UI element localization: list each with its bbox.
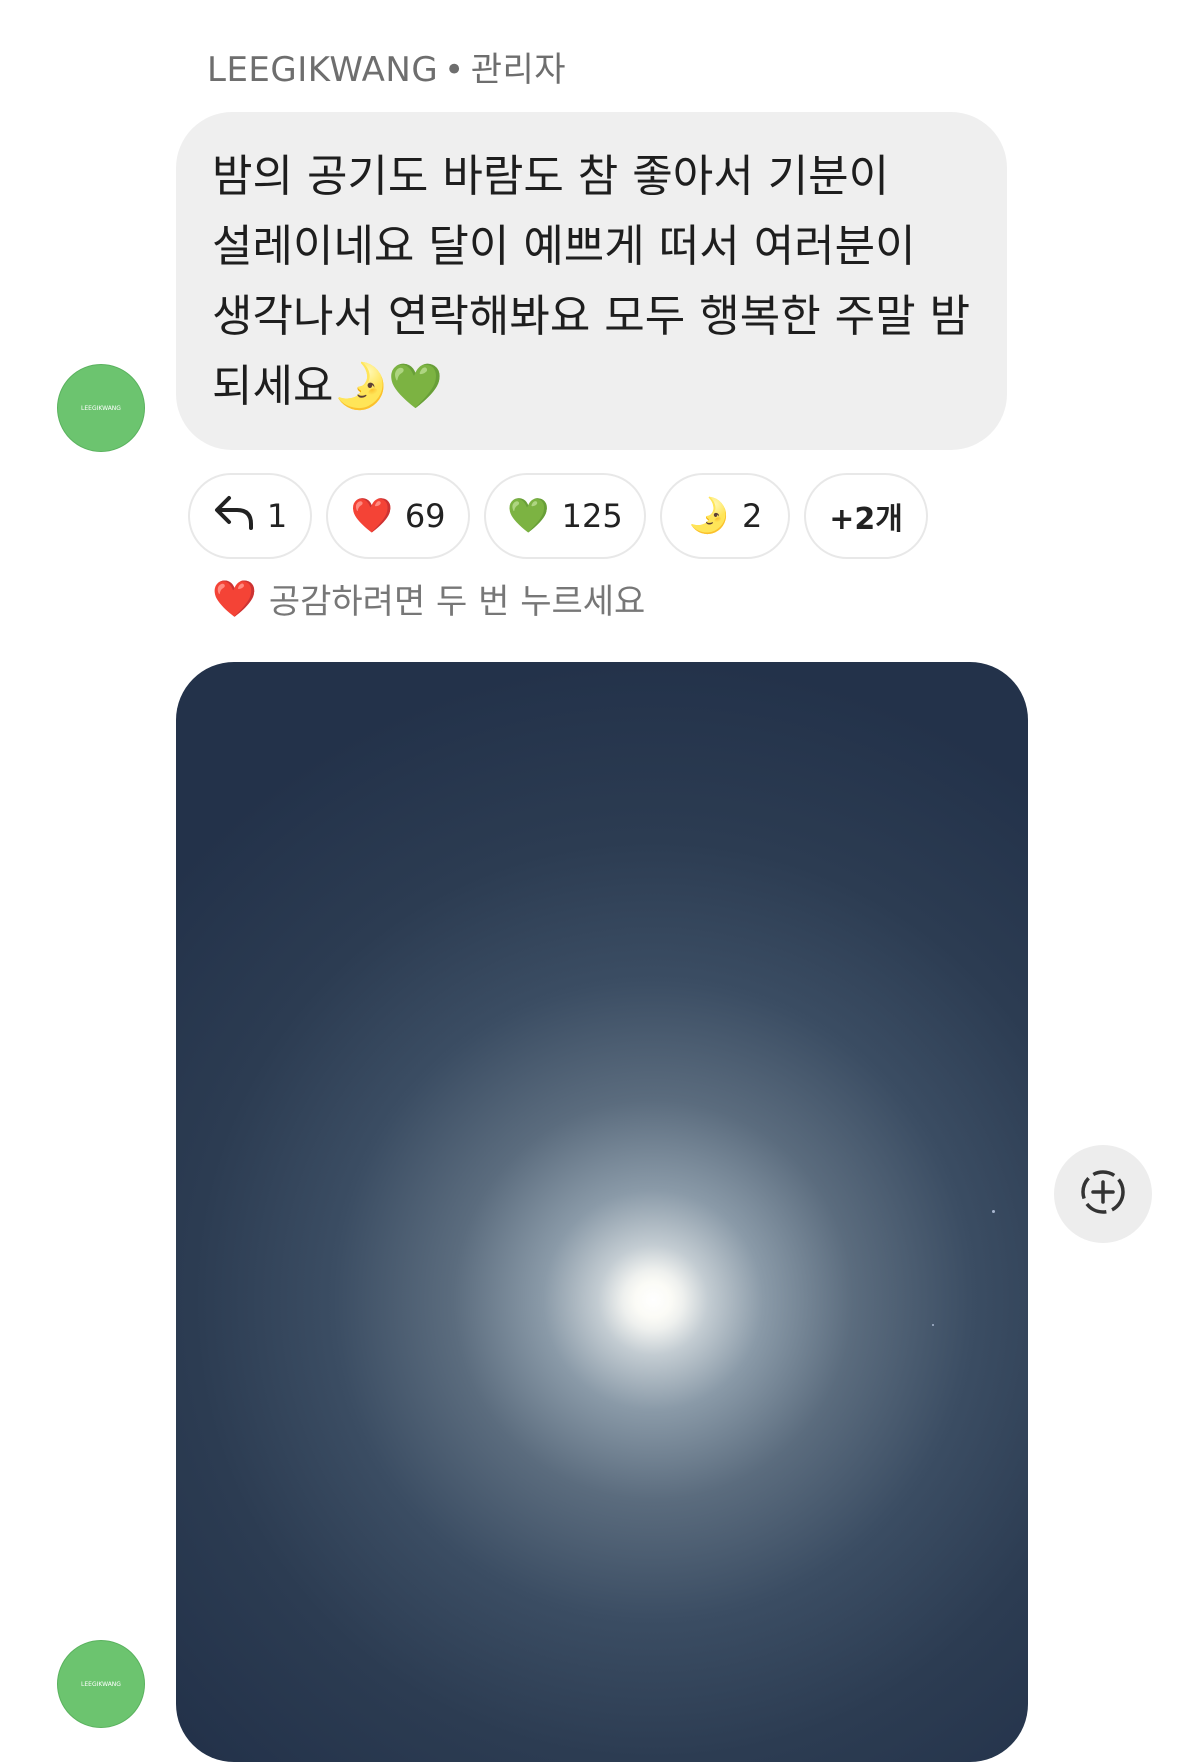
add-reaction-icon bbox=[1077, 1166, 1129, 1222]
separator-dot: • bbox=[444, 50, 465, 90]
red-heart-count: 69 bbox=[404, 497, 446, 535]
reaction-red-heart[interactable]: ❤️ 69 bbox=[326, 473, 470, 559]
reaction-green-heart[interactable]: 💚 125 bbox=[484, 473, 646, 559]
avatar-label: LEEGIKWANG bbox=[81, 404, 121, 412]
green-heart-icon: 💚 bbox=[507, 496, 550, 536]
heart-icon: ❤️ bbox=[212, 578, 257, 620]
hint-text: 공감하려면 두 번 누르세요 bbox=[268, 582, 646, 622]
message-text: 밤의 공기도 바람도 참 좋아서 기분이 설레이네요 달이 예쁘게 떠서 여러분… bbox=[212, 151, 971, 412]
moon-count: 2 bbox=[741, 497, 763, 535]
avatar-label: LEEGIKWANG bbox=[81, 1680, 121, 1688]
moon-icon: 🌛 bbox=[687, 496, 730, 536]
reply-arrow-icon bbox=[213, 494, 255, 538]
add-reaction-button[interactable] bbox=[1054, 1145, 1152, 1243]
avatar[interactable]: LEEGIKWANG bbox=[57, 1640, 145, 1728]
double-tap-hint: ❤️ 공감하려면 두 번 누르세요 bbox=[212, 574, 645, 623]
reaction-bar: 1 ❤️ 69 💚 125 🌛 2 +2개 bbox=[188, 473, 928, 561]
sender-role: 관리자 bbox=[470, 50, 567, 90]
star bbox=[992, 1210, 995, 1213]
more-reactions-button[interactable]: +2개 bbox=[804, 473, 928, 559]
moon-photo[interactable] bbox=[176, 662, 1028, 1762]
red-heart-icon: ❤️ bbox=[350, 496, 393, 536]
green-heart-count: 125 bbox=[561, 497, 623, 535]
star bbox=[932, 1324, 934, 1326]
avatar[interactable]: LEEGIKWANG bbox=[57, 364, 145, 452]
reply-button[interactable]: 1 bbox=[188, 473, 312, 559]
reply-count: 1 bbox=[266, 497, 288, 535]
sender-header: LEEGIKWANG • 관리자 bbox=[207, 42, 566, 91]
message-bubble[interactable]: 밤의 공기도 바람도 참 좋아서 기분이 설레이네요 달이 예쁘게 떠서 여러분… bbox=[176, 112, 1007, 450]
sender-name[interactable]: LEEGIKWANG bbox=[207, 50, 438, 90]
more-reactions-label: +2개 bbox=[829, 502, 903, 537]
reaction-moon[interactable]: 🌛 2 bbox=[660, 473, 790, 559]
